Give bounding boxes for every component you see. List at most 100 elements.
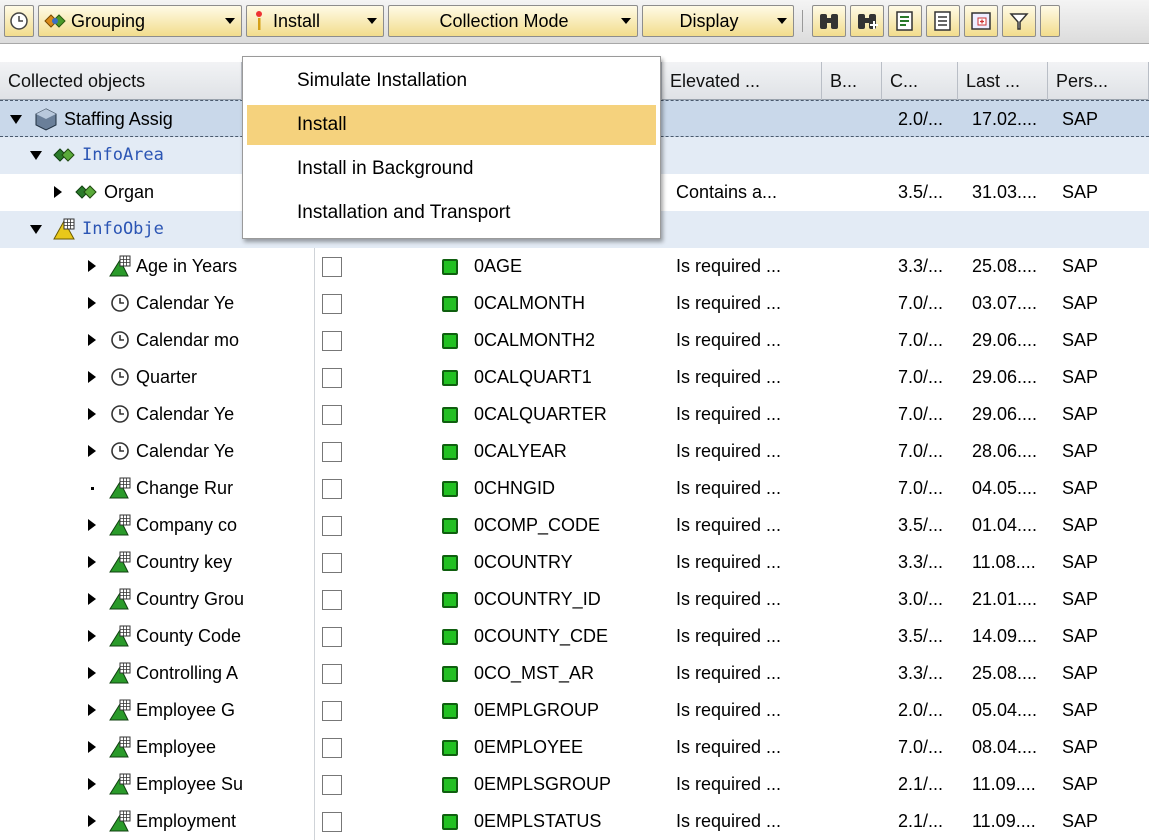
person-cell: SAP (1062, 404, 1099, 424)
column-last[interactable]: Last ... (958, 62, 1048, 100)
tree-node-label: Calendar Ye (136, 293, 235, 313)
chevron-right-icon[interactable] (88, 593, 96, 605)
find-button[interactable] (812, 5, 846, 37)
last-changed-cell: 25.08.... (972, 663, 1038, 683)
table-row[interactable]: Controlling A 0CO_MST_AR Is required ... 3.… (0, 655, 1149, 692)
table-row[interactable]: Quarter 0CALQUART1 Is required ... 7.0/... 2… (0, 359, 1149, 396)
version-cell: 2.1/... (898, 774, 944, 794)
chevron-right-icon[interactable] (88, 445, 96, 457)
filter-button[interactable] (1002, 5, 1036, 37)
grouping-button[interactable]: Grouping (38, 5, 242, 37)
chevron-right-icon[interactable] (88, 667, 96, 679)
table-row[interactable]: Employee Su 0EMPLSGROUP Is required ... 2.1… (0, 766, 1149, 803)
elevated-cell: Is required ... (676, 774, 782, 794)
column-collected-objects[interactable]: Collected objects (0, 62, 242, 100)
chevron-right-icon[interactable] (54, 186, 62, 198)
print-button[interactable] (926, 5, 960, 37)
table-row[interactable]: County Code 0COUNTY_CDE Is required ... 3.5… (0, 618, 1149, 655)
table-row[interactable]: Company co 0COMP_CODE Is required ... 3.5/.… (0, 507, 1149, 544)
install-button[interactable]: Install (246, 5, 384, 37)
layout-button[interactable] (964, 5, 998, 37)
table-row[interactable]: Employee 0EMPLOYEE Is required ... 7.0/... 0… (0, 729, 1149, 766)
chevron-right-icon[interactable] (88, 556, 96, 568)
menu-item-install-in-background[interactable]: Install in Background (247, 149, 656, 189)
table-row[interactable]: Calendar mo 0CALMONTH2 Is required ... 7.0/… (0, 322, 1149, 359)
selection-checkbox[interactable] (322, 442, 342, 462)
chevron-right-icon[interactable] (88, 741, 96, 753)
chevron-right-icon[interactable] (88, 519, 96, 531)
selection-checkbox[interactable] (322, 294, 342, 314)
last-changed-cell: 21.01.... (972, 589, 1038, 609)
selection-checkbox[interactable] (322, 590, 342, 610)
table-row[interactable]: Employee G 0EMPLGROUP Is required ... 2.0/.… (0, 692, 1149, 729)
column-elevated[interactable]: Elevated ... (662, 62, 822, 100)
column-person[interactable]: Pers... (1048, 62, 1149, 100)
selection-checkbox[interactable] (322, 701, 342, 721)
table-row[interactable]: Country key 0COUNTRY Is required ... 3.3/..… (0, 544, 1149, 581)
selection-checkbox[interactable] (322, 738, 342, 758)
chevron-right-icon[interactable] (88, 334, 96, 346)
chevron-right-icon[interactable] (88, 371, 96, 383)
table-row[interactable]: Employment 0EMPLSTATUS Is required ... 2.1/… (0, 803, 1149, 840)
characteristic-icon (109, 625, 131, 647)
version-cell: 7.0/... (898, 367, 944, 387)
column-divider (314, 729, 315, 766)
chevron-right-icon[interactable] (88, 297, 96, 309)
characteristic-icon (109, 662, 131, 684)
table-row[interactable]: Calendar Ye 0CALMONTH Is required ... 7.0/.… (0, 285, 1149, 322)
selection-checkbox[interactable] (322, 664, 342, 684)
tree-node-label: Controlling A (136, 663, 239, 683)
export-button[interactable] (888, 5, 922, 37)
display-button[interactable]: Display (642, 5, 794, 37)
tree-node-label: Company co (136, 515, 238, 535)
collection-mode-button[interactable]: Collection Mode (388, 5, 638, 37)
table-row[interactable]: Change Rur 0CHNGID Is required ... 7.0/... 0… (0, 470, 1149, 507)
chevron-right-icon[interactable] (88, 778, 96, 790)
selection-checkbox[interactable] (322, 331, 342, 351)
technical-name-cell: 0COUNTRY (474, 552, 573, 572)
characteristic-icon (109, 588, 131, 610)
menu-item-simulate-installation[interactable]: Simulate Installation (247, 61, 656, 101)
more-button[interactable] (1040, 5, 1060, 37)
clock-button[interactable] (4, 5, 34, 37)
chevron-right-icon[interactable] (88, 630, 96, 642)
selection-checkbox[interactable] (322, 775, 342, 795)
chevron-right-icon[interactable] (88, 704, 96, 716)
chevron-right-icon[interactable] (88, 260, 96, 272)
table-row[interactable]: Country Grou 0COUNTRY_ID Is required ... 3.… (0, 581, 1149, 618)
table-row[interactable]: Calendar Ye 0CALYEAR Is required ... 7.0/..… (0, 433, 1149, 470)
selection-checkbox[interactable] (322, 812, 342, 832)
chevron-right-icon[interactable] (88, 815, 96, 827)
selection-checkbox[interactable] (322, 516, 342, 536)
menu-item-label: Installation and Transport (297, 202, 511, 223)
status-green-icon (442, 740, 458, 756)
chevron-right-icon[interactable] (88, 408, 96, 420)
column-b[interactable]: B... (822, 62, 882, 100)
selection-checkbox[interactable] (322, 553, 342, 573)
status-green-icon (442, 777, 458, 793)
elevated-cell: Is required ... (676, 811, 782, 831)
selection-checkbox[interactable] (322, 257, 342, 277)
menu-item-installation-and-transport[interactable]: Installation and Transport (247, 193, 656, 233)
menu-item-install[interactable]: Install (247, 105, 656, 145)
status-green-icon (442, 518, 458, 534)
technical-name-cell: 0CALQUART1 (474, 367, 592, 387)
selection-checkbox[interactable] (322, 405, 342, 425)
status-green-icon (442, 296, 458, 312)
table-row[interactable]: Calendar Ye 0CALQUARTER Is required ... 7.0… (0, 396, 1149, 433)
column-c[interactable]: C... (882, 62, 958, 100)
column-divider (314, 322, 315, 359)
binoculars-find-icon (820, 14, 838, 29)
chevron-down-icon[interactable] (10, 115, 22, 124)
selection-checkbox[interactable] (322, 479, 342, 499)
selection-checkbox[interactable] (322, 627, 342, 647)
chevron-down-icon[interactable] (30, 225, 42, 234)
table-row[interactable]: Age in Years 0AGE Is required ... 3.3/... 25… (0, 248, 1149, 285)
selection-checkbox[interactable] (322, 368, 342, 388)
chevron-down-icon[interactable] (30, 151, 42, 160)
version-cell: 7.0/... (898, 293, 944, 313)
column-divider (314, 544, 315, 581)
tree-node-label: Employee (136, 737, 217, 757)
find-next-button[interactable] (850, 5, 884, 37)
last-changed-cell: 08.04.... (972, 737, 1038, 757)
